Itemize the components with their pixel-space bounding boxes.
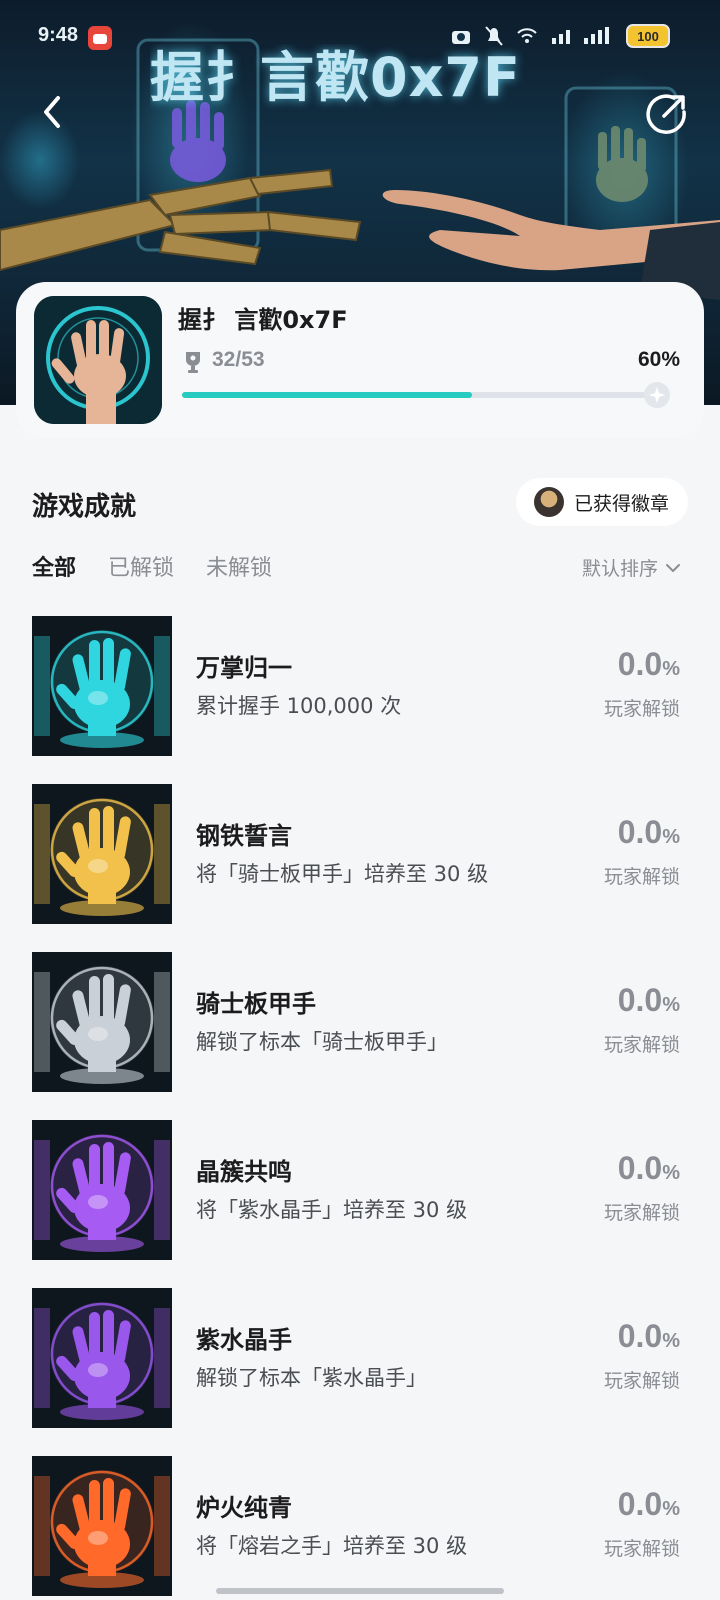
camera-icon [452, 31, 470, 44]
achievement-title: 万掌归一 [196, 654, 292, 682]
achievement-thumbnail [32, 1120, 172, 1260]
earned-badges-button[interactable]: 已获得徽章 [516, 478, 688, 526]
chevron-down-icon [666, 563, 681, 572]
achievement-title: 钢铁誓言 [196, 822, 292, 850]
hand-icon [34, 296, 162, 424]
battery-indicator: 100 [626, 24, 670, 48]
bell-mute-icon [485, 26, 503, 46]
earned-badges-label: 已获得徽章 [574, 492, 670, 515]
achievement-item[interactable]: 骑士板甲手 解锁了标本「骑士板甲手」 0.0% 玩家解锁 [0, 948, 720, 1116]
badge-avatar-icon [534, 487, 564, 517]
achievement-description: 解锁了标本「骑士板甲手」 [196, 1030, 448, 1054]
unlock-rate-label: 玩家解锁 [603, 1202, 680, 1224]
achievement-title: 骑士板甲手 [196, 990, 316, 1018]
achievement-description: 将「紫水晶手」培养至 30 级 [196, 1198, 468, 1222]
unlock-rate-value: 0.0 [617, 814, 663, 850]
unlock-rate-value: 0.0 [617, 1486, 663, 1522]
crystal-hand-icon [32, 1120, 172, 1260]
achievement-item[interactable]: 紫水晶手 解锁了标本「紫水晶手」 0.0% 玩家解锁 [0, 1284, 720, 1452]
section-title: 游戏成就 [32, 492, 137, 522]
gauntlet-icon [32, 784, 172, 924]
unlock-rate-label: 玩家解锁 [603, 698, 680, 720]
achievement-item[interactable]: 钢铁誓言 将「骑士板甲手」培养至 30 级 0.0% 玩家解锁 [0, 780, 720, 948]
progress-percent: 60% [637, 348, 680, 371]
gauntlet-icon [32, 952, 172, 1092]
unlock-rate: 0.0% [618, 814, 680, 851]
unlock-rate-label: 玩家解锁 [603, 1370, 680, 1392]
achievement-description: 解锁了标本「紫水晶手」 [196, 1366, 427, 1390]
sort-label: 默认排序 [582, 558, 659, 580]
achievement-list: 万掌归一 累计握手 100,000 次 0.0% 玩家解锁 钢铁誓言 将「骑士板… [0, 612, 720, 1600]
game-cover-image [34, 296, 162, 424]
filter-tabs: 全部 已解锁 未解锁 [32, 550, 272, 582]
unlock-rate-unit: % [662, 994, 680, 1016]
unlock-rate-unit: % [662, 1162, 680, 1184]
game-name: 握扌 言歡0x7F [178, 306, 348, 334]
unlock-rate-label: 玩家解锁 [603, 866, 680, 888]
sparkle-icon [644, 382, 670, 408]
achievement-item[interactable]: 万掌归一 累计握手 100,000 次 0.0% 玩家解锁 [0, 612, 720, 780]
status-icons: 100 [450, 24, 670, 48]
trophy-icon [186, 352, 200, 373]
progress-bar [182, 392, 666, 398]
unlock-rate: 0.0% [618, 1150, 680, 1187]
unlock-rate-unit: % [662, 1330, 680, 1352]
back-icon[interactable] [34, 92, 74, 132]
achievement-title: 炉火纯青 [196, 1494, 292, 1522]
unlock-rate-value: 0.0 [617, 1318, 663, 1354]
game-info-card: 握扌 言歡0x7F 32/53 60% [16, 282, 704, 438]
glowing-hand-icon [32, 616, 172, 756]
trophy-count: 32/53 [212, 348, 265, 371]
unlock-rate-unit: % [662, 1498, 680, 1520]
achievement-title: 晶簇共鸣 [196, 1158, 292, 1186]
achievement-item[interactable]: 晶簇共鸣 将「紫水晶手」培养至 30 级 0.0% 玩家解锁 [0, 1116, 720, 1284]
flame-hand-icon [32, 1456, 172, 1596]
tab-all[interactable]: 全部 [32, 550, 76, 582]
unlock-rate: 0.0% [618, 1318, 680, 1355]
achievement-description: 将「熔岩之手」培养至 30 级 [196, 1534, 468, 1558]
unlock-rate-label: 玩家解锁 [603, 1034, 680, 1056]
sort-dropdown[interactable]: 默认排序 [582, 554, 682, 581]
unlock-rate: 0.0% [618, 1486, 680, 1523]
achievement-thumbnail [32, 1456, 172, 1596]
status-bar: 9:48 100 [0, 0, 720, 72]
signal-icon [552, 27, 609, 44]
unlock-rate: 0.0% [618, 982, 680, 1019]
wifi-icon [517, 28, 537, 43]
achievement-description: 将「骑士板甲手」培养至 30 级 [196, 862, 489, 886]
achievement-description: 累计握手 100,000 次 [196, 694, 402, 718]
unlock-rate-value: 0.0 [617, 646, 663, 682]
achievement-thumbnail [32, 784, 172, 924]
tab-locked[interactable]: 未解锁 [206, 550, 272, 582]
tab-unlocked[interactable]: 已解锁 [108, 550, 174, 582]
status-time: 9:48 [38, 24, 79, 46]
achievement-title: 紫水晶手 [196, 1326, 292, 1354]
achievement-item[interactable]: 炉火纯青 将「熔岩之手」培养至 30 级 0.0% 玩家解锁 [0, 1452, 720, 1600]
unlock-rate-label: 玩家解锁 [603, 1538, 680, 1560]
achievement-thumbnail [32, 616, 172, 756]
unlock-rate-unit: % [662, 658, 680, 680]
progress-fill [182, 392, 473, 398]
app-notification-icon [88, 26, 112, 50]
achievement-thumbnail [32, 952, 172, 1092]
unlock-rate-value: 0.0 [617, 1150, 663, 1186]
home-indicator[interactable] [216, 1588, 504, 1594]
unlock-rate: 0.0% [618, 646, 680, 683]
share-icon[interactable] [644, 92, 688, 136]
achievement-thumbnail [32, 1288, 172, 1428]
crystal-hand-icon [32, 1288, 172, 1428]
unlock-rate-unit: % [662, 826, 680, 848]
unlock-rate-value: 0.0 [617, 982, 663, 1018]
